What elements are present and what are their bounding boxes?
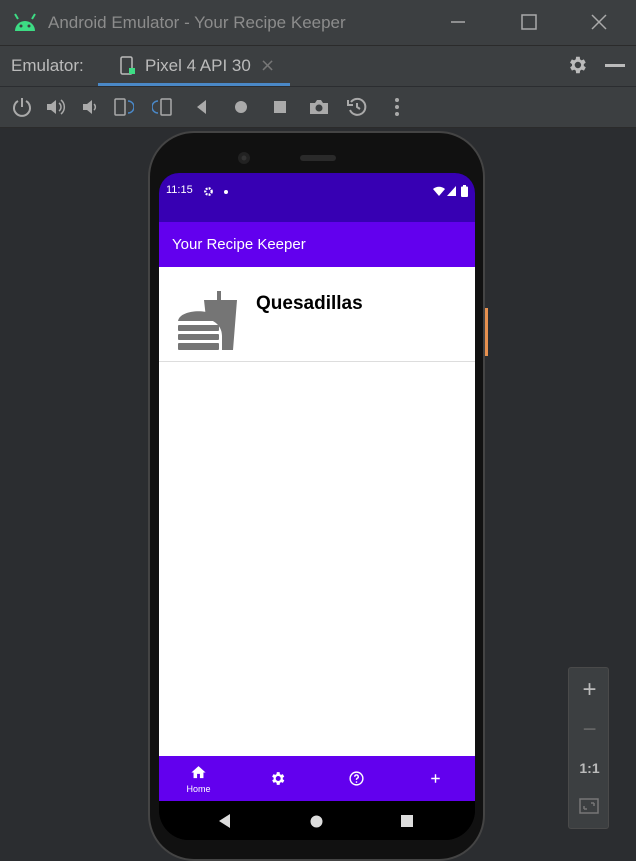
- emulator-toolbar: [0, 87, 636, 128]
- battery-icon: [461, 185, 468, 197]
- zoom-panel: + − 1:1: [568, 667, 609, 829]
- help-icon: [349, 771, 364, 786]
- app-bar: Your Recipe Keeper: [159, 222, 475, 267]
- signal-icon: [447, 186, 456, 196]
- nav-help[interactable]: [317, 756, 396, 801]
- emulator-tab-bar: Emulator: Pixel 4 API 30 ×: [0, 46, 636, 86]
- volume-up-icon[interactable]: [45, 96, 67, 118]
- system-navigation-bar: [159, 801, 475, 840]
- minimize-icon[interactable]: [446, 10, 470, 34]
- home-icon: [191, 766, 206, 779]
- fit-screen-icon[interactable]: [579, 798, 599, 814]
- emulator-label: Emulator:: [11, 56, 84, 75]
- earpiece: [300, 155, 336, 161]
- maximize-icon[interactable]: [517, 10, 541, 34]
- home-icon[interactable]: [230, 96, 252, 118]
- minus-icon[interactable]: [605, 64, 625, 67]
- gear-icon[interactable]: [566, 54, 588, 76]
- fastfood-icon: [178, 291, 237, 350]
- system-overview-icon[interactable]: [401, 815, 413, 827]
- screenshot-icon[interactable]: [308, 96, 330, 118]
- system-home-icon[interactable]: [310, 815, 323, 828]
- zoom-out-button[interactable]: −: [569, 716, 610, 744]
- window-title: Android Emulator - Your Recipe Keeper: [48, 13, 346, 32]
- side-button[interactable]: [485, 308, 488, 356]
- app-title: Your Recipe Keeper: [172, 236, 306, 253]
- device-screen: 11:15 Your Recipe Keeper Quesadillas Hom…: [159, 173, 475, 840]
- list-item[interactable]: Quesadillas: [159, 267, 475, 362]
- volume-down-icon[interactable]: [79, 96, 101, 118]
- zoom-in-button[interactable]: +: [569, 676, 610, 704]
- recipe-list: Quesadillas: [159, 267, 475, 756]
- overview-icon[interactable]: [269, 96, 291, 118]
- android-head-icon: [14, 13, 36, 31]
- tab-close-icon[interactable]: ×: [260, 55, 275, 76]
- add-icon: [431, 774, 440, 783]
- nav-home-label: Home: [186, 784, 211, 794]
- power-icon[interactable]: [11, 96, 33, 118]
- device-tab[interactable]: Pixel 4 API 30 ×: [98, 46, 290, 86]
- status-bar: 11:15: [159, 173, 475, 222]
- settings-icon: [272, 772, 285, 785]
- actual-size-button[interactable]: 1:1: [569, 760, 610, 776]
- nav-add[interactable]: [396, 756, 475, 801]
- nav-settings[interactable]: [238, 756, 317, 801]
- device-tab-label: Pixel 4 API 30: [145, 56, 251, 75]
- recipe-name: Quesadillas: [256, 293, 363, 314]
- phone-device-icon: [120, 56, 135, 75]
- rotate-right-icon[interactable]: [152, 96, 174, 118]
- front-camera-icon: [238, 152, 250, 164]
- nav-home[interactable]: Home: [159, 756, 238, 801]
- rotate-left-icon[interactable]: [112, 96, 134, 118]
- close-icon[interactable]: [587, 10, 611, 34]
- wifi-icon: [433, 186, 445, 196]
- more-icon[interactable]: [386, 96, 408, 118]
- system-back-icon[interactable]: [219, 814, 231, 828]
- status-time: 11:15: [166, 184, 193, 196]
- notification-dot: [224, 190, 228, 194]
- back-icon[interactable]: [191, 96, 213, 118]
- bottom-navigation: Home: [159, 756, 475, 801]
- window-title-bar: Android Emulator - Your Recipe Keeper: [0, 0, 636, 46]
- snapshot-icon[interactable]: [346, 96, 368, 118]
- settings-notification-icon: [204, 187, 213, 196]
